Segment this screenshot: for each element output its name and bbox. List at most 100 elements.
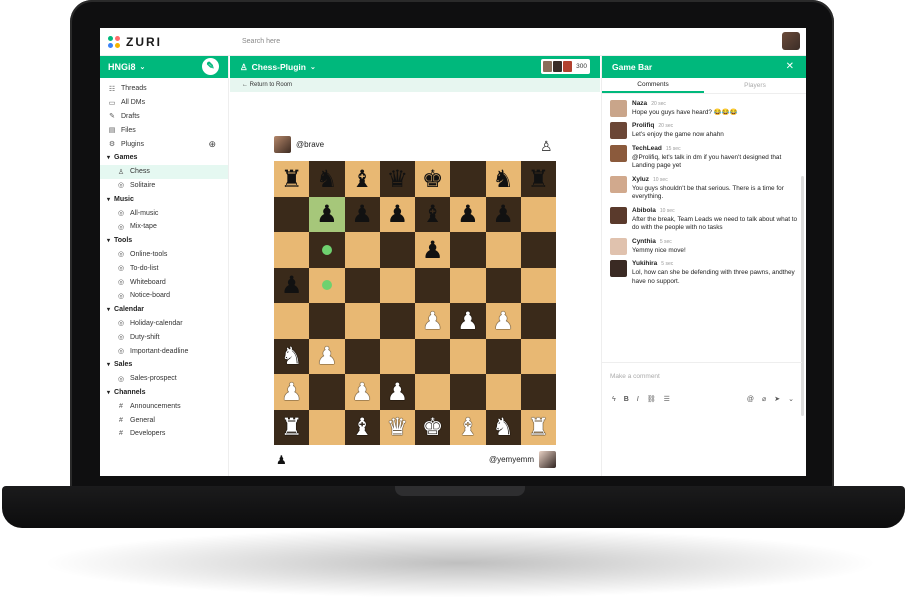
comment-author[interactable]: Xyluz xyxy=(632,176,649,183)
sidebar-item-whiteboard[interactable]: ◎ Whiteboard xyxy=(100,275,228,289)
sidebar-item-threads[interactable]: ☷ Threads xyxy=(100,82,228,96)
avatar[interactable] xyxy=(610,237,627,255)
white-pawn-icon[interactable]: ♟ xyxy=(316,344,338,368)
board-square[interactable]: ♝ xyxy=(415,196,451,232)
sidebar-section-games[interactable]: ▾ Games xyxy=(100,151,228,165)
user-avatar[interactable] xyxy=(782,32,800,50)
send-icon[interactable]: ➤ xyxy=(774,395,780,403)
board-square[interactable] xyxy=(344,267,380,303)
move-hint-dot[interactable] xyxy=(321,244,332,255)
board-square[interactable]: ♟ xyxy=(309,196,345,232)
white-pawn-icon[interactable]: ♟ xyxy=(281,380,303,404)
white-pawn-icon[interactable]: ♟ xyxy=(387,380,409,404)
board-square[interactable]: ♟ xyxy=(379,374,415,410)
white-knight-icon[interactable]: ♞ xyxy=(492,415,514,439)
sidebar-item-holiday-calendar[interactable]: ◎ Holiday-calendar xyxy=(100,317,228,331)
white-bishop-icon[interactable]: ♝ xyxy=(351,415,373,439)
add-plugin-icon[interactable]: ⊕ xyxy=(208,139,216,150)
black-pawn-icon[interactable]: ♟ xyxy=(281,273,303,297)
board-square[interactable] xyxy=(520,303,556,339)
black-pawn-icon[interactable]: ♟ xyxy=(422,238,444,262)
sidebar-item-mix-tape[interactable]: ◎ Mix-tape xyxy=(100,220,228,234)
zuri-logo[interactable]: ZURI xyxy=(100,35,230,49)
board-square[interactable] xyxy=(520,196,556,232)
board-square[interactable]: ♟ xyxy=(309,338,345,374)
white-queen-icon[interactable]: ♛ xyxy=(387,415,409,439)
return-to-room-link[interactable]: ← Return to Room xyxy=(242,82,292,88)
board-square[interactable]: ♝ xyxy=(450,409,486,445)
board-square[interactable]: ♟ xyxy=(485,196,521,232)
board-square[interactable] xyxy=(520,232,556,268)
board-square[interactable] xyxy=(344,303,380,339)
black-pawn-icon[interactable]: ♟ xyxy=(387,202,409,226)
white-rook-icon[interactable]: ♜ xyxy=(281,415,303,439)
chevron-down-icon[interactable]: ⌄ xyxy=(788,395,794,403)
board-square[interactable] xyxy=(379,338,415,374)
sidebar-item-plugins[interactable]: ⚙ Plugins ⊕ xyxy=(100,137,228,151)
sidebar-section-music[interactable]: ▾ Music xyxy=(100,192,228,206)
comment-author[interactable]: Yukihira xyxy=(632,260,657,267)
member-avatars[interactable]: 300 xyxy=(541,59,590,74)
board-square[interactable]: ♝ xyxy=(344,161,380,197)
mention-icon[interactable]: @ xyxy=(747,396,754,403)
board-square[interactable]: ♟ xyxy=(450,196,486,232)
board-square[interactable]: ♞ xyxy=(485,409,521,445)
white-pawn-icon[interactable]: ♟ xyxy=(351,380,373,404)
board-square[interactable] xyxy=(520,267,556,303)
board-square[interactable] xyxy=(450,232,486,268)
white-rook-icon[interactable]: ♜ xyxy=(528,415,550,439)
comment-author[interactable]: TechLead xyxy=(632,145,662,152)
board-square[interactable] xyxy=(415,374,451,410)
board-square[interactable] xyxy=(415,338,451,374)
board-square[interactable] xyxy=(379,232,415,268)
sidebar-section-channels[interactable]: ▾ Channels xyxy=(100,386,228,400)
board-square[interactable]: ♛ xyxy=(379,409,415,445)
avatar[interactable] xyxy=(610,260,627,278)
board-square[interactable]: ♟ xyxy=(450,303,486,339)
black-knight-icon[interactable]: ♞ xyxy=(492,167,514,191)
move-hint-dot[interactable] xyxy=(321,280,332,291)
org-switcher[interactable]: HNGi8 ⌄ ✎ xyxy=(100,56,228,78)
board-square[interactable] xyxy=(485,374,521,410)
white-pawn-icon[interactable]: ♟ xyxy=(492,309,514,333)
comment-author[interactable]: Prolifiq xyxy=(632,122,654,129)
avatar[interactable] xyxy=(610,100,627,117)
sidebar-item-announcements[interactable]: # Announcements xyxy=(100,399,228,413)
board-square[interactable] xyxy=(450,374,486,410)
plugin-title[interactable]: Chess-Plugin xyxy=(252,62,306,72)
black-pawn-icon[interactable]: ♟ xyxy=(351,202,373,226)
board-square[interactable]: ♟ xyxy=(415,303,451,339)
board-square[interactable] xyxy=(450,161,486,197)
board-square[interactable] xyxy=(485,267,521,303)
attach-icon[interactable]: ⌀ xyxy=(762,395,766,403)
black-king-icon[interactable]: ♚ xyxy=(422,167,444,191)
board-square[interactable]: ♟ xyxy=(344,374,380,410)
board-square[interactable]: ♜ xyxy=(274,161,310,197)
comment-author[interactable]: Cynthia xyxy=(632,238,656,245)
black-queen-icon[interactable]: ♛ xyxy=(387,167,409,191)
sidebar-section-sales[interactable]: ▾ Sales xyxy=(100,358,228,372)
compose-icon[interactable]: ✎ xyxy=(202,58,219,75)
black-rook-icon[interactable]: ♜ xyxy=(281,167,303,191)
link-icon[interactable]: ⛓ xyxy=(647,395,656,403)
board-square[interactable]: ♟ xyxy=(344,196,380,232)
board-square[interactable]: ♟ xyxy=(274,374,310,410)
board-square[interactable]: ♚ xyxy=(415,409,451,445)
white-pawn-icon[interactable]: ♟ xyxy=(422,309,444,333)
sidebar-item-drafts[interactable]: ✎ Drafts xyxy=(100,110,228,124)
board-square[interactable] xyxy=(344,232,380,268)
sidebar-section-tools[interactable]: ▾ Tools xyxy=(100,234,228,248)
avatar[interactable] xyxy=(610,122,627,140)
board-square[interactable] xyxy=(379,267,415,303)
comment-input[interactable]: Make a comment xyxy=(602,363,802,390)
sidebar-item-solitaire[interactable]: ◎ Solitaire xyxy=(100,179,228,193)
white-bishop-icon[interactable]: ♝ xyxy=(457,415,479,439)
board-square[interactable]: ♜ xyxy=(520,409,556,445)
black-bishop-icon[interactable]: ♝ xyxy=(422,202,444,226)
board-square[interactable] xyxy=(450,267,486,303)
list-icon[interactable]: ☰ xyxy=(664,395,670,403)
sidebar-item-important-deadline[interactable]: ◎ Important-deadline xyxy=(100,344,228,358)
italic-icon[interactable]: I xyxy=(637,396,639,403)
comment-author[interactable]: Naza xyxy=(632,100,647,107)
board-square[interactable]: ♞ xyxy=(485,161,521,197)
